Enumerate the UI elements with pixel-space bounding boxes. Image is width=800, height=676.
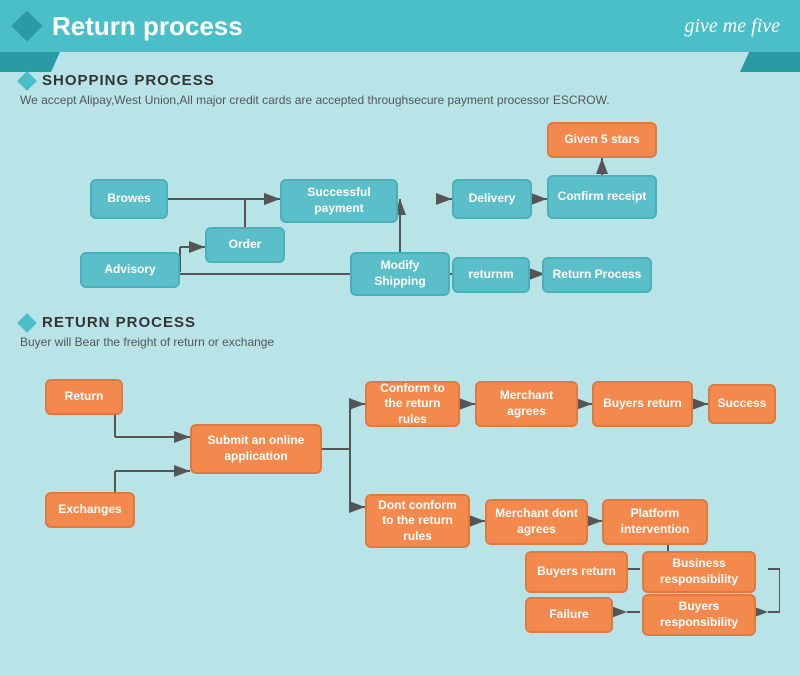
business-responsibility-box: Business responsibility xyxy=(642,551,756,593)
browes-box: Browes xyxy=(90,179,168,219)
return-section-header: RETURN PROCESS xyxy=(20,314,780,331)
advisory-box: Advisory xyxy=(80,252,180,288)
return-subtitle: Buyer will Bear the freight of return or… xyxy=(20,335,780,349)
conform-rules-box: Conform to the return rules xyxy=(365,381,460,427)
order-box: Order xyxy=(205,227,285,263)
header-diamond-icon xyxy=(11,10,42,41)
return-diamond-icon xyxy=(17,313,37,333)
dont-conform-box: Dont conform to the return rules xyxy=(365,494,470,548)
shopping-diamond-icon xyxy=(17,71,37,91)
buyers-responsibility-box: Buyers responsibility xyxy=(642,594,756,636)
merchant-dont-agrees-box: Merchant dont agrees xyxy=(485,499,588,545)
modify-shipping-box: Modify Shipping xyxy=(350,252,450,296)
successful-payment-box: Successful payment xyxy=(280,179,398,223)
failure-box: Failure xyxy=(525,597,613,633)
platform-intervention-box: Platform intervention xyxy=(602,499,708,545)
header: Return process give me five xyxy=(0,0,800,52)
exchanges-box: Exchanges xyxy=(45,492,135,528)
shopping-subtitle: We accept Alipay,West Union,All major cr… xyxy=(20,93,780,107)
return-process-box: Return Process xyxy=(542,257,652,293)
return-diagram: Return Submit an online application Exch… xyxy=(20,359,780,639)
shopping-section-title: SHOPPING PROCESS xyxy=(42,72,215,89)
shopping-section-header: SHOPPING PROCESS xyxy=(20,72,780,89)
return-button-box: Return xyxy=(45,379,123,415)
buyers-return1-box: Buyers return xyxy=(592,381,693,427)
page-title: Return process xyxy=(52,11,243,42)
returnm-box: returnm xyxy=(452,257,530,293)
shopping-diagram: Given 5 stars Browes Successful payment … xyxy=(20,117,780,312)
return-section-title: RETURN PROCESS xyxy=(42,314,196,331)
success-box: Success xyxy=(708,384,776,424)
buyers-return2-box: Buyers return xyxy=(525,551,628,593)
given-5-stars-box: Given 5 stars xyxy=(547,122,657,158)
submit-online-box: Submit an online application xyxy=(190,424,322,474)
main-content: SHOPPING PROCESS We accept Alipay,West U… xyxy=(0,52,800,651)
merchant-agrees-box: Merchant agrees xyxy=(475,381,578,427)
delivery-box: Delivery xyxy=(452,179,532,219)
confirm-receipt-box: Confirm receipt xyxy=(547,175,657,219)
brand-text: give me five xyxy=(685,15,781,38)
